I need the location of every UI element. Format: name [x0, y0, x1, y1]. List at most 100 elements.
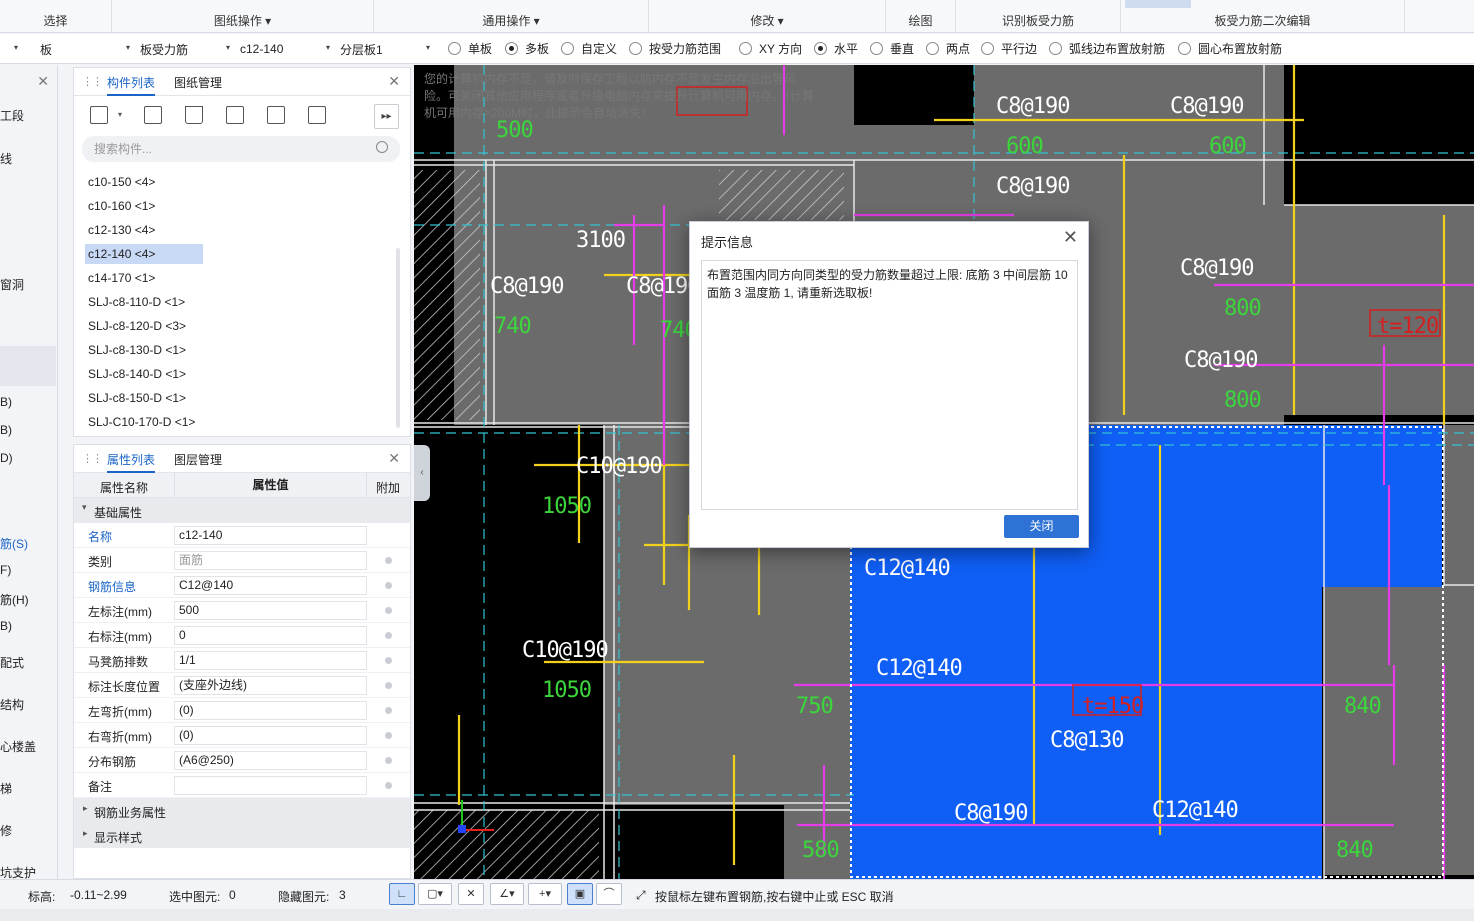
cross-snap-icon[interactable]: ✕: [458, 883, 484, 905]
search-input[interactable]: 搜索构件...: [82, 136, 400, 162]
property-value[interactable]: (0): [174, 726, 367, 745]
select-prefix[interactable]: ▾: [0, 39, 20, 59]
nav-item[interactable]: 结构: [0, 696, 24, 713]
radio-xy-direction[interactable]: XY 方向: [739, 40, 802, 57]
property-value[interactable]: 面筋: [174, 551, 367, 570]
list-item[interactable]: SLJ-c8-110-D <1>: [88, 292, 238, 312]
ribbon-group-drawing[interactable]: 图纸操作 ▾: [112, 0, 374, 33]
nav-item[interactable]: 筋(H): [0, 591, 29, 608]
attach-checkbox[interactable]: [385, 682, 392, 689]
radio-two-points[interactable]: 两点: [926, 40, 970, 57]
tab-drawing-management[interactable]: 图纸管理: [174, 74, 222, 91]
nav-item[interactable]: B): [0, 395, 12, 409]
more-icon[interactable]: ▸▸: [374, 104, 399, 129]
ribbon-group-modify[interactable]: 修改 ▾: [649, 0, 886, 33]
nav-item[interactable]: 筋(S): [0, 535, 28, 552]
radio-multi-slab[interactable]: 多板: [505, 40, 549, 57]
display-toggle-icon[interactable]: ▣: [567, 883, 593, 905]
property-value[interactable]: C12@140: [174, 576, 367, 595]
nav-item[interactable]: 窗洞: [0, 276, 24, 293]
select-component[interactable]: c12-140 ▾: [240, 39, 332, 59]
property-value[interactable]: (支座外边线): [174, 676, 367, 695]
new-component-icon[interactable]: [90, 106, 108, 124]
section-rebar-business[interactable]: ▸ 钢筋业务属性: [74, 798, 410, 823]
tab-layer-management[interactable]: 图层管理: [174, 451, 222, 468]
list-item[interactable]: SLJ-c8-150-D <1>: [88, 388, 238, 408]
duplicate-icon[interactable]: [226, 106, 244, 124]
attach-checkbox[interactable]: [385, 582, 392, 589]
tab-property-list[interactable]: 属性列表: [107, 451, 156, 473]
ribbon-group-identify[interactable]: 识别板受力筋: [956, 0, 1121, 33]
attach-checkbox[interactable]: [385, 707, 392, 714]
scrollbar[interactable]: [396, 248, 400, 428]
list-item[interactable]: c14-170 <1>: [88, 268, 206, 288]
close-button[interactable]: 关闭: [1004, 515, 1079, 538]
list-item[interactable]: SLJ-c8-120-D <3>: [88, 316, 238, 336]
radio-single-slab[interactable]: 单板: [448, 40, 492, 57]
ribbon-group-edit2[interactable]: 板受力筋二次编辑: [1121, 0, 1405, 33]
property-value[interactable]: 500: [174, 601, 367, 620]
radio-horizontal[interactable]: 水平: [814, 40, 858, 57]
property-value[interactable]: [174, 776, 367, 795]
attach-checkbox[interactable]: [385, 732, 392, 739]
list-item[interactable]: SLJ-C10-170-D <1>: [88, 412, 238, 432]
property-value[interactable]: (0): [174, 701, 367, 720]
attach-checkbox[interactable]: [385, 782, 392, 789]
collapse-panel-handle[interactable]: ‹: [414, 445, 430, 501]
radio-by-rebar-range[interactable]: 按受力筋范围: [629, 40, 721, 57]
property-value[interactable]: 0: [174, 626, 367, 645]
close-icon[interactable]: ✕: [1063, 227, 1078, 248]
nav-item[interactable]: 配式: [0, 654, 24, 671]
object-snap-icon[interactable]: ▢▾: [418, 883, 452, 905]
nav-item[interactable]: B): [0, 423, 12, 437]
ribbon-group-draw[interactable]: 绘图: [886, 0, 956, 33]
export-icon[interactable]: [308, 106, 326, 124]
nav-item[interactable]: 线: [0, 150, 12, 167]
drag-grip-icon[interactable]: ⋮⋮: [82, 75, 103, 88]
ortho-toggle-icon[interactable]: ∟: [389, 883, 415, 905]
list-item[interactable]: SLJ-c8-140-D <1>: [88, 364, 238, 384]
close-icon[interactable]: ✕: [37, 73, 49, 90]
tab-component-list[interactable]: 构件列表: [107, 74, 156, 96]
radio-arc-radial[interactable]: 弧线边布置放射筋: [1049, 40, 1165, 57]
selected-slab[interactable]: [1322, 425, 1442, 587]
nav-item[interactable]: D): [0, 451, 13, 465]
delete-icon[interactable]: [185, 106, 203, 124]
property-value[interactable]: (A6@250): [174, 751, 367, 770]
property-value[interactable]: 1/1: [174, 651, 367, 670]
attach-checkbox[interactable]: [385, 757, 392, 764]
nav-active-item[interactable]: [0, 346, 56, 386]
section-basic[interactable]: ▾ 基础属性: [74, 498, 410, 523]
radio-parallel-edge[interactable]: 平行边: [981, 40, 1037, 57]
nav-item[interactable]: 修: [0, 822, 12, 839]
list-item[interactable]: c10-160 <1>: [88, 196, 206, 216]
property-value[interactable]: c12-140: [174, 526, 367, 545]
nav-item[interactable]: 工段: [0, 107, 24, 124]
angle-icon[interactable]: ∠▾: [490, 883, 524, 905]
nav-item[interactable]: 心楼盖: [0, 738, 36, 755]
radio-vertical[interactable]: 垂直: [870, 40, 914, 57]
ribbon-group-select[interactable]: 选择: [0, 0, 112, 33]
list-item[interactable]: c10-150 <4>: [88, 172, 206, 192]
attach-checkbox[interactable]: [385, 557, 392, 564]
list-item[interactable]: c12-130 <4>: [88, 220, 206, 240]
select-element-subtype[interactable]: 板受力筋 ▾: [140, 39, 232, 59]
nav-item[interactable]: 梯: [0, 780, 12, 797]
nav-item[interactable]: B): [0, 619, 12, 633]
list-item[interactable]: SLJ-c8-130-D <1>: [88, 340, 238, 360]
close-icon[interactable]: ✕: [388, 450, 400, 467]
section-display-style[interactable]: ▸ 显示样式: [74, 823, 410, 848]
drag-grip-icon[interactable]: ⋮⋮: [82, 452, 103, 465]
close-icon[interactable]: ✕: [388, 73, 400, 90]
radio-custom[interactable]: 自定义: [561, 40, 617, 57]
nav-item[interactable]: F): [0, 563, 11, 577]
attach-checkbox[interactable]: [385, 632, 392, 639]
arc-tool-icon[interactable]: ⌒: [596, 883, 622, 905]
select-element-type[interactable]: 板 ▾: [40, 39, 132, 59]
chevron-down-icon[interactable]: ▾: [118, 110, 122, 119]
search-icon[interactable]: [376, 141, 388, 153]
layer-copy-icon[interactable]: [267, 106, 285, 124]
attach-checkbox[interactable]: [385, 657, 392, 664]
coordinate-icon[interactable]: +▾: [528, 883, 562, 905]
select-layer[interactable]: 分层板1 ▾: [340, 39, 432, 59]
